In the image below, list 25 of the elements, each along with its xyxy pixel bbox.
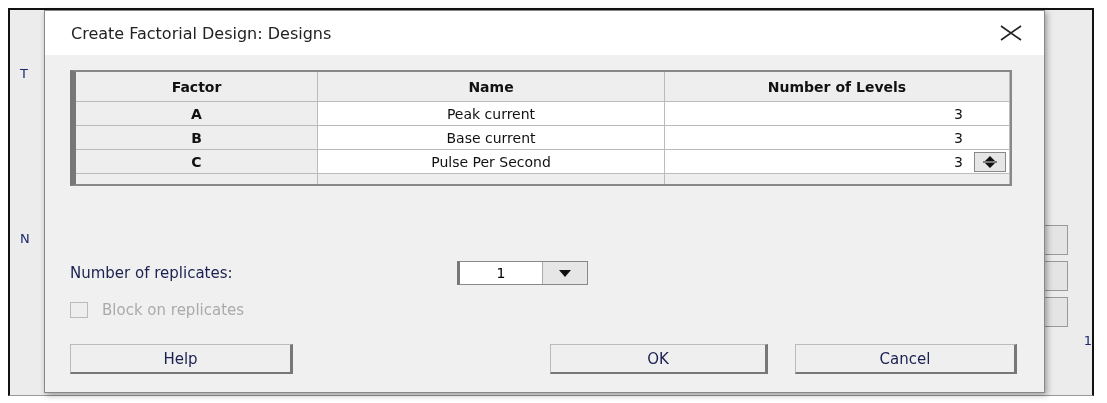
table-cell[interactable]: Pulse Per Second	[318, 150, 665, 174]
table-cell: A	[76, 102, 318, 126]
label-fragment: T	[20, 66, 29, 81]
table-cell[interactable]: Base current	[318, 126, 665, 150]
table-cell[interactable]: 3	[665, 102, 1010, 126]
checkbox-label: Block on replicates	[102, 301, 245, 319]
table-cell: C	[76, 150, 318, 174]
window-title: Create Factorial Design: Designs	[71, 23, 332, 43]
replicates-dropdown[interactable]: 1	[457, 261, 588, 285]
dialog-button[interactable]: Cancel	[795, 344, 1017, 374]
spinner-icon[interactable]	[974, 152, 1006, 172]
close-icon	[1000, 25, 1022, 41]
label-fragment: N	[20, 231, 31, 246]
dialog-button[interactable]: OK	[550, 344, 768, 374]
label-fragment: 1	[1083, 333, 1092, 348]
table-cell[interactable]: 3	[665, 126, 1010, 150]
column-header: Factor	[76, 72, 318, 102]
column-header: Name	[318, 72, 665, 102]
table-cell[interactable]: 3	[665, 150, 1010, 174]
table-cell[interactable]: Peak current	[318, 102, 665, 126]
caret-icon	[559, 269, 571, 277]
field-label: Number of replicates:	[70, 264, 234, 282]
dialog-button[interactable]: Help	[70, 344, 293, 374]
column-header: Number of Levels	[665, 72, 1010, 102]
table-cell: B	[76, 126, 318, 150]
